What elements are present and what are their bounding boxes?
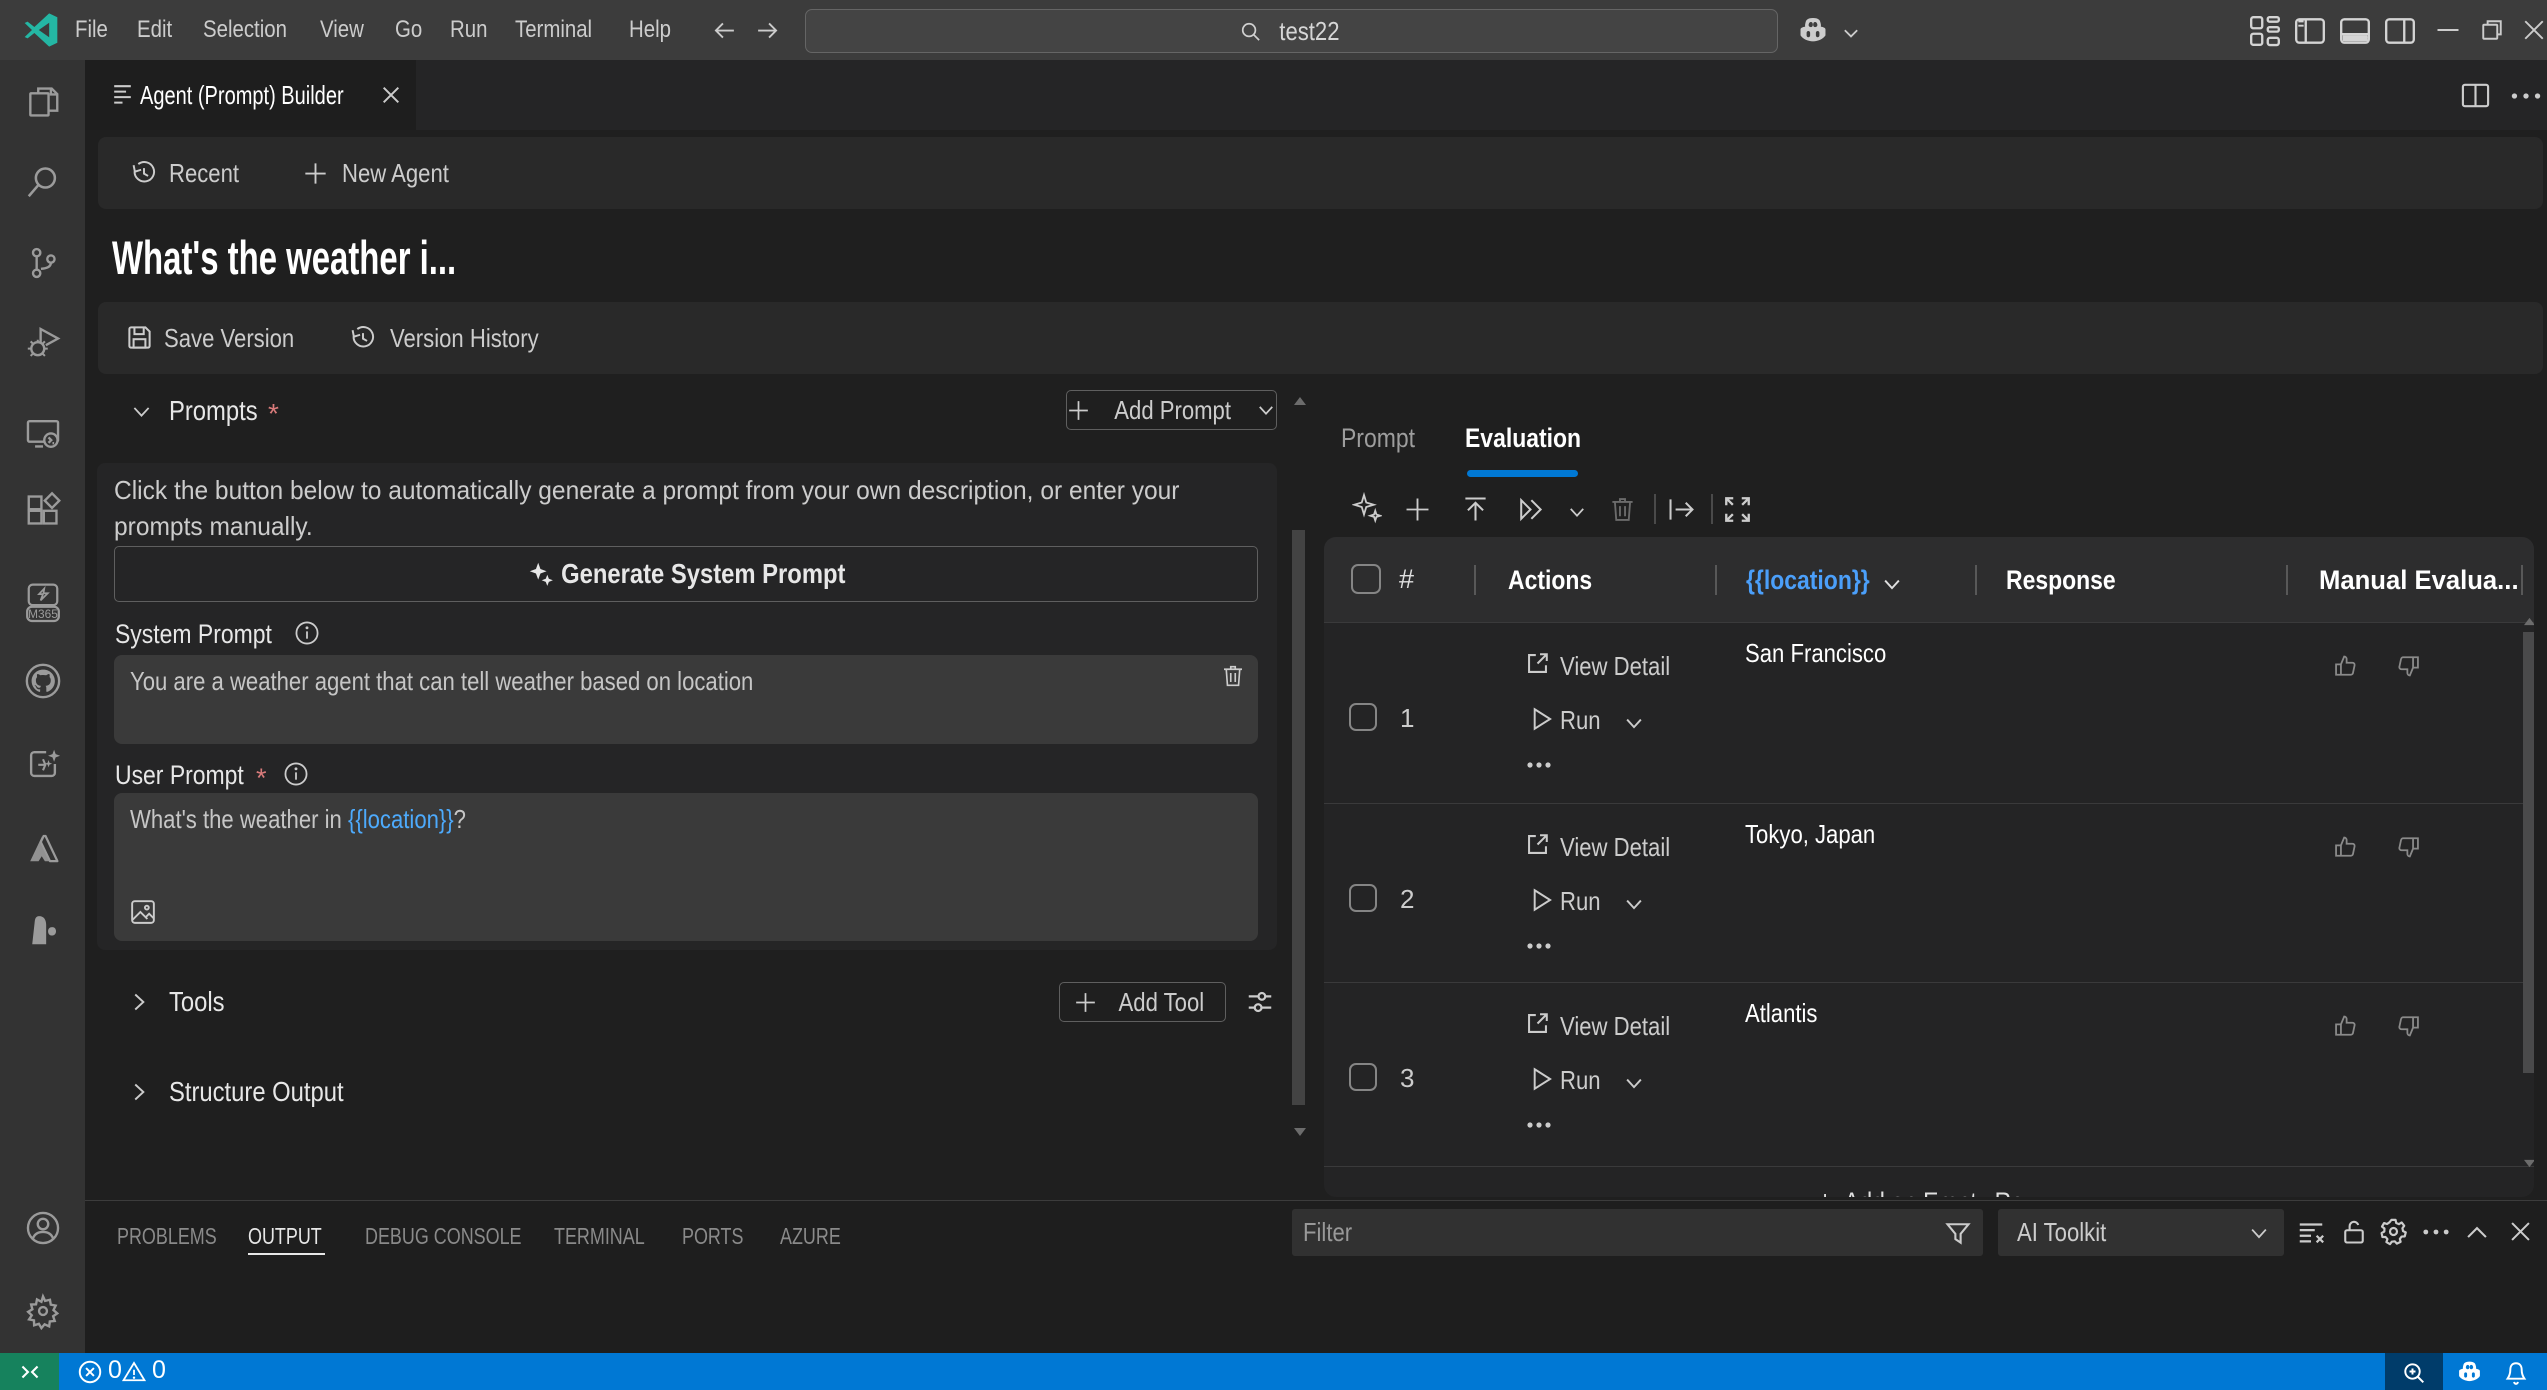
svg-text:M365: M365 <box>28 607 58 621</box>
